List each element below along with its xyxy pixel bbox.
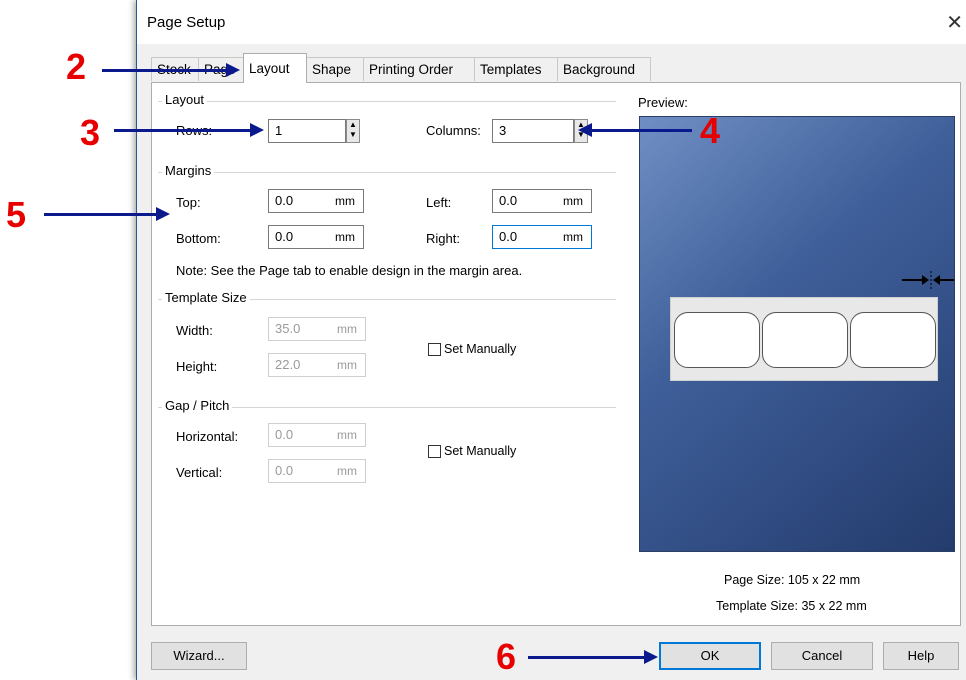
- annotation-number-2: 2: [66, 46, 87, 87]
- vertical-gap-value: 0.0: [275, 463, 294, 478]
- gap-pitch-group-title: Gap / Pitch: [162, 398, 233, 413]
- page-size-text: Page Size: 105 x 22 mm: [724, 573, 861, 587]
- dialog-title: Page Setup: [147, 14, 226, 31]
- layout-group-line: [158, 101, 616, 102]
- tab-background[interactable]: Background: [557, 57, 651, 81]
- right-margin-label: Right:: [426, 231, 460, 246]
- template-width-input[interactable]: 35.0 mm: [268, 317, 366, 341]
- annotation-arrow-6: [528, 650, 658, 664]
- annotation-number-3: 3: [80, 112, 101, 153]
- wizard-button[interactable]: Wizard...: [151, 642, 247, 670]
- template-set-manually-checkbox[interactable]: [428, 343, 441, 356]
- bottom-margin-input[interactable]: 0.0 mm: [268, 225, 364, 249]
- gap-set-manually-label: Set Manually: [444, 444, 517, 458]
- template-height-input[interactable]: 22.0 mm: [268, 353, 366, 377]
- template-width-label: Width:: [176, 323, 213, 338]
- top-margin-label: Top:: [176, 195, 201, 210]
- template-height-label: Height:: [176, 359, 218, 374]
- bottom-margin-unit: mm: [335, 230, 355, 244]
- cancel-button[interactable]: Cancel: [771, 642, 873, 670]
- layout-group-title: Layout: [162, 92, 208, 107]
- title-bar: Page Setup ✕: [137, 0, 966, 44]
- left-margin-value: 0.0: [499, 193, 518, 208]
- label-template-3: [850, 312, 936, 368]
- margins-group-line: [158, 172, 616, 173]
- template-width-unit: mm: [337, 322, 357, 336]
- annotation-arrow-5: [44, 207, 170, 221]
- annotation-number-5: 5: [6, 194, 27, 235]
- vertical-gap-label: Vertical:: [176, 465, 223, 480]
- template-height-value: 22.0: [275, 357, 301, 372]
- bottom-margin-label: Bottom:: [176, 231, 221, 246]
- annotation-arrow-4: [578, 123, 692, 137]
- page-setup-dialog: Page Setup ✕ Stock Page Layout Shape Pri…: [136, 0, 966, 680]
- tab-shape[interactable]: Shape: [306, 57, 364, 81]
- preview-canvas: [639, 116, 955, 552]
- top-margin-value: 0.0: [275, 193, 294, 208]
- annotation-arrow-3: [114, 123, 264, 137]
- template-set-manually-label: Set Manually: [444, 342, 517, 356]
- right-margin-input[interactable]: 0.0 mm: [492, 225, 592, 249]
- vertical-gap-input[interactable]: 0.0 mm: [268, 459, 366, 483]
- top-margin-unit: mm: [335, 194, 355, 208]
- columns-label: Columns:: [426, 123, 481, 138]
- left-margin-label: Left:: [426, 195, 452, 210]
- tab-layout[interactable]: Layout: [243, 53, 307, 83]
- preview-title: Preview:: [638, 95, 688, 110]
- template-size-group-title: Template Size: [162, 290, 250, 305]
- bottom-margin-value: 0.0: [275, 229, 294, 244]
- vertical-gap-unit: mm: [337, 464, 357, 478]
- template-height-unit: mm: [337, 358, 357, 372]
- annotation-arrow-2: [102, 63, 240, 77]
- columns-input[interactable]: 3: [492, 119, 574, 143]
- tab-printing-order[interactable]: Printing Order: [363, 57, 475, 81]
- gap-set-manually-checkbox[interactable]: [428, 445, 441, 458]
- tab-templates[interactable]: Templates: [474, 57, 558, 81]
- label-template-1: [674, 312, 760, 368]
- right-margin-unit: mm: [563, 230, 583, 244]
- margin-note: Note: See the Page tab to enable design …: [176, 263, 523, 278]
- template-width-value: 35.0: [275, 321, 301, 336]
- template-size-text: Template Size: 35 x 22 mm: [716, 599, 867, 613]
- help-button[interactable]: Help: [883, 642, 959, 670]
- right-margin-value: 0.0: [499, 229, 518, 244]
- horizontal-gap-value: 0.0: [275, 427, 294, 442]
- horizontal-gap-input[interactable]: 0.0 mm: [268, 423, 366, 447]
- margin-indicator-icon: [902, 271, 954, 289]
- left-margin-unit: mm: [563, 194, 583, 208]
- horizontal-gap-label: Horizontal:: [176, 429, 239, 444]
- rows-input[interactable]: 1: [268, 119, 346, 143]
- left-margin-input[interactable]: 0.0 mm: [492, 189, 592, 213]
- top-margin-input[interactable]: 0.0 mm: [268, 189, 364, 213]
- horizontal-gap-unit: mm: [337, 428, 357, 442]
- label-strip: [670, 297, 938, 381]
- close-icon[interactable]: ✕: [946, 10, 963, 35]
- ok-button[interactable]: OK: [659, 642, 761, 670]
- label-template-2: [762, 312, 848, 368]
- margins-group-title: Margins: [162, 163, 215, 178]
- annotation-number-6: 6: [496, 636, 517, 677]
- rows-spinner[interactable]: ▲ ▼: [346, 119, 360, 143]
- annotation-number-4: 4: [700, 110, 721, 151]
